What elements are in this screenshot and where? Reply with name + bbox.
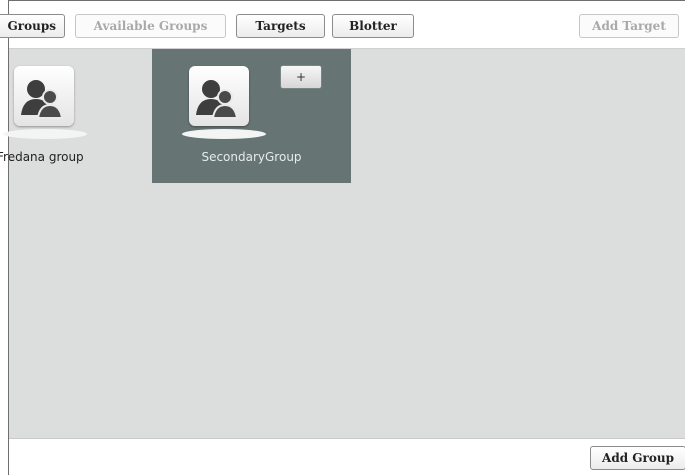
tab-blotter-label: Blotter — [349, 19, 397, 33]
bottom-bar: Add Group — [9, 438, 685, 476]
groups-panel: Groups Available Groups Targets Blotter … — [0, 0, 685, 476]
toolbar: Groups Available Groups Targets Blotter … — [0, 1, 685, 49]
pedestal — [3, 129, 87, 139]
user-group-icon — [14, 66, 74, 126]
tab-targets[interactable]: Targets — [236, 14, 325, 38]
add-group-label: Add Group — [602, 451, 674, 465]
groups-list: Fredana group + SecondaryGroup — [0, 49, 685, 438]
group-name: Fredana group — [0, 150, 84, 164]
add-to-group-button[interactable]: + — [280, 65, 322, 89]
tab-blotter[interactable]: Blotter — [332, 14, 414, 38]
tab-available-groups[interactable]: Available Groups — [75, 14, 226, 38]
group-card-selected[interactable]: + SecondaryGroup — [152, 49, 351, 183]
tab-available-groups-label: Available Groups — [93, 19, 208, 33]
tab-groups-label: Groups — [7, 19, 56, 33]
pedestal — [182, 129, 266, 139]
add-target-label: Add Target — [592, 19, 666, 33]
tab-groups[interactable]: Groups — [0, 14, 65, 38]
group-card[interactable]: Fredana group — [0, 49, 152, 183]
user-group-icon — [189, 66, 249, 126]
group-name: SecondaryGroup — [201, 150, 302, 164]
add-target-button[interactable]: Add Target — [579, 14, 679, 38]
add-group-button[interactable]: Add Group — [590, 446, 685, 470]
tab-targets-label: Targets — [255, 19, 306, 33]
plus-icon: + — [295, 70, 307, 84]
